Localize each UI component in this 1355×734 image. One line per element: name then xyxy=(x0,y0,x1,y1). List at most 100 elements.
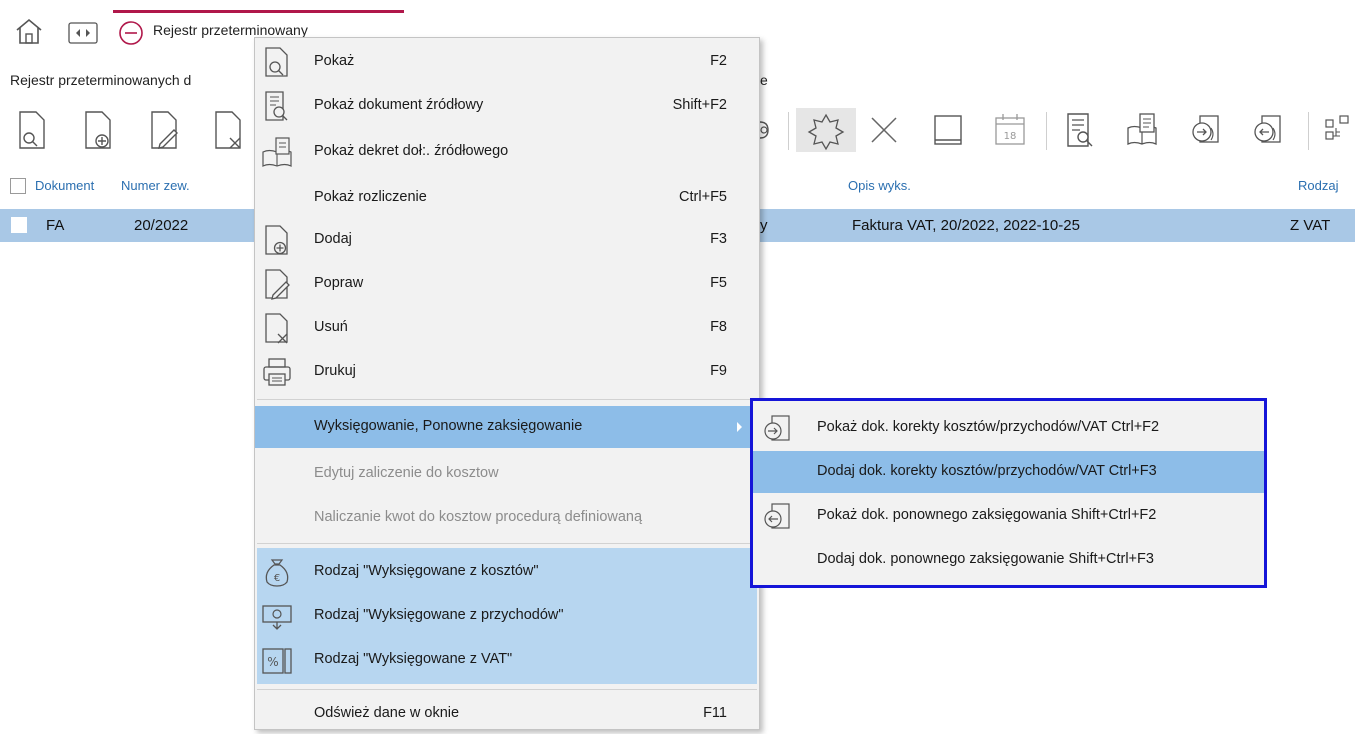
menu-item-dodaj[interactable]: Dodaj F3 xyxy=(255,220,759,260)
window-subtitle: Rejestr przeterminowanych d xyxy=(10,72,192,88)
submenu-arrow-icon xyxy=(737,422,742,432)
menu-item-pokaz-dekret[interactable]: Pokaż dekret doł:. źródłowego xyxy=(255,132,759,172)
cell-opis: Faktura VAT, 20/2022, 2022-10-25 xyxy=(852,217,1080,234)
menu-item-shortcut: Ctrl+F5 xyxy=(679,189,727,205)
document-edit-icon xyxy=(261,268,293,300)
document-view-icon[interactable] xyxy=(1062,108,1098,152)
menu-item-label: Pokaż dokument źródłowy xyxy=(314,97,484,113)
menu-item-label: Pokaż dekret doł:. źródłowego xyxy=(314,143,509,159)
printer-icon xyxy=(261,356,293,388)
document-delete-icon xyxy=(261,312,293,344)
menu-item-label: Rodzaj "Wyksięgowane z VAT" xyxy=(314,651,513,667)
close-x-icon[interactable] xyxy=(866,108,902,152)
menu-item-usun[interactable]: Usuń F8 xyxy=(255,308,759,348)
wyksieg-star-icon[interactable] xyxy=(796,108,856,152)
tab-switch-icon[interactable] xyxy=(68,22,98,44)
menu-item-wyksiegowanie[interactable]: Wyksięgowanie, Ponowne zaksięgowanie xyxy=(255,406,759,448)
menu-item-label: Pokaż xyxy=(314,53,355,69)
column-header-opis[interactable]: Opis wyks. xyxy=(848,178,911,193)
menu-item-rodzaj-przychody[interactable]: Rodzaj "Wyksięgowane z przychodów" xyxy=(255,596,759,636)
tab-title[interactable]: Rejestr przeterminowany xyxy=(153,22,308,38)
menu-item-label: Rodzaj "Wyksięgowane z kosztów" xyxy=(314,563,539,579)
select-all-checkbox[interactable] xyxy=(10,178,26,194)
svg-text:%: % xyxy=(267,655,278,669)
dok-icon[interactable] xyxy=(760,108,774,152)
correction-back-icon xyxy=(760,500,792,532)
menu-item-label: Wyksięgowanie, Ponowne zaksięgowanie xyxy=(314,418,583,434)
menu-item-pokaz-rozliczenie[interactable]: Pokaż rozliczenie Ctrl+F5 xyxy=(255,178,759,218)
percent-icon: % xyxy=(261,644,293,676)
menu-item-shortcut: F8 xyxy=(710,319,727,335)
menu-item-shortcut: F2 xyxy=(710,53,727,69)
document-add-icon xyxy=(261,224,293,256)
home-icon[interactable] xyxy=(14,16,44,46)
document-search-icon[interactable] xyxy=(14,108,50,152)
menu-item-label: Pokaż rozliczenie xyxy=(314,189,427,205)
cell-numer: 20/2022 xyxy=(134,217,189,234)
submenu-item-dodaj-korekty[interactable]: Dodaj dok. korekty kosztów/przychodów/VA… xyxy=(753,451,1264,493)
submenu-item-label: Dodaj dok. ponownego zaksięgowanie Shift… xyxy=(817,551,1154,567)
submenu-item-label: Pokaż dok. ponownego zaksięgowania Shift… xyxy=(817,507,1157,523)
document-delete-icon[interactable] xyxy=(210,108,246,152)
menu-item-pokaz[interactable]: Pokaż F2 xyxy=(255,42,759,82)
submenu-item-label: Pokaż dok. korekty kosztów/przychodów/VA… xyxy=(817,419,1160,435)
document-add-icon[interactable] xyxy=(80,108,116,152)
window-subtitle-tail: e xyxy=(760,72,768,88)
menu-item-label: Naliczanie kwot do kosztow procedurą def… xyxy=(314,509,643,525)
calendar-icon[interactable]: 18 xyxy=(992,108,1028,152)
book-icon[interactable] xyxy=(930,108,966,152)
menu-item-label: Usuń xyxy=(314,319,348,335)
book-document-icon[interactable] xyxy=(1124,108,1160,152)
menu-item-edytuj-zaliczenie: Edytuj zaliczenie do kosztow xyxy=(255,454,759,494)
tree-icon[interactable] xyxy=(1322,108,1350,152)
submenu-item-label: Dodaj dok. korekty kosztów/przychodów/VA… xyxy=(817,463,1157,479)
submenu-item-pokaz-korekty[interactable]: Pokaż dok. korekty kosztów/przychodów/VA… xyxy=(753,407,1264,449)
menu-item-label: Drukuj xyxy=(314,363,356,379)
close-tab-icon[interactable] xyxy=(118,20,144,46)
money-bag-euro-icon: € xyxy=(261,556,293,588)
column-header-dokument[interactable]: Dokument xyxy=(35,178,94,193)
cell-dokument: FA xyxy=(46,217,65,234)
svg-text:€: € xyxy=(274,573,280,584)
menu-separator xyxy=(257,543,757,544)
cell-rodzaj: Z VAT xyxy=(1290,217,1331,234)
correction-back-icon[interactable] xyxy=(1250,108,1286,152)
book-document-icon xyxy=(261,136,293,168)
menu-item-label: Edytuj zaliczenie do kosztow xyxy=(314,465,499,481)
cell-truncated: y xyxy=(760,217,768,234)
document-search-icon xyxy=(261,46,293,78)
toolbar-separator xyxy=(1308,112,1309,150)
menu-item-rodzaj-koszty[interactable]: € Rodzaj "Wyksięgowane z kosztów" xyxy=(255,552,759,592)
document-view-icon xyxy=(261,90,293,122)
menu-item-label: Popraw xyxy=(314,275,364,291)
menu-item-naliczanie-kwot: Naliczanie kwot do kosztow procedurą def… xyxy=(255,498,759,538)
submenu: Pokaż dok. korekty kosztów/przychodów/VA… xyxy=(750,398,1267,588)
correction-forward-icon xyxy=(760,412,792,444)
menu-item-shortcut: F3 xyxy=(710,231,727,247)
menu-separator xyxy=(257,399,757,400)
submenu-item-dodaj-ponownego[interactable]: Dodaj dok. ponownego zaksięgowanie Shift… xyxy=(753,539,1264,581)
column-header-rodzaj[interactable]: Rodzaj xyxy=(1298,178,1338,193)
menu-item-shortcut: Shift+F2 xyxy=(672,97,727,113)
menu-item-label: Odśwież dane w oknie xyxy=(314,705,460,721)
menu-item-popraw[interactable]: Popraw F5 xyxy=(255,264,759,304)
toolbar-separator xyxy=(788,112,789,150)
menu-item-pokaz-dokument-zrodlowy[interactable]: Pokaż dokument źródłowy Shift+F2 xyxy=(255,86,759,126)
row-checkbox[interactable] xyxy=(11,217,27,233)
menu-item-label: Rodzaj "Wyksięgowane z przychodów" xyxy=(314,607,564,623)
calendar-day: 18 xyxy=(1004,131,1017,142)
menu-item-label: Dodaj xyxy=(314,231,352,247)
submenu-item-pokaz-ponownego[interactable]: Pokaż dok. ponownego zaksięgowania Shift… xyxy=(753,495,1264,537)
active-tab-indicator xyxy=(113,10,404,13)
column-header-numer[interactable]: Numer zew. xyxy=(121,178,190,193)
banknote-icon xyxy=(261,600,293,632)
menu-separator xyxy=(257,689,757,690)
menu-item-shortcut: F5 xyxy=(710,275,727,291)
context-menu: Pokaż F2 Pokaż dokument źródłowy Shift+F… xyxy=(254,37,760,730)
menu-item-shortcut: F11 xyxy=(703,705,727,721)
correction-forward-icon[interactable] xyxy=(1188,108,1224,152)
document-edit-icon[interactable] xyxy=(146,108,182,152)
menu-item-rodzaj-vat[interactable]: % Rodzaj "Wyksięgowane z VAT" xyxy=(255,640,759,680)
menu-item-odswiez[interactable]: Odśwież dane w oknie F11 xyxy=(255,694,759,734)
menu-item-drukuj[interactable]: Drukuj F9 xyxy=(255,352,759,392)
